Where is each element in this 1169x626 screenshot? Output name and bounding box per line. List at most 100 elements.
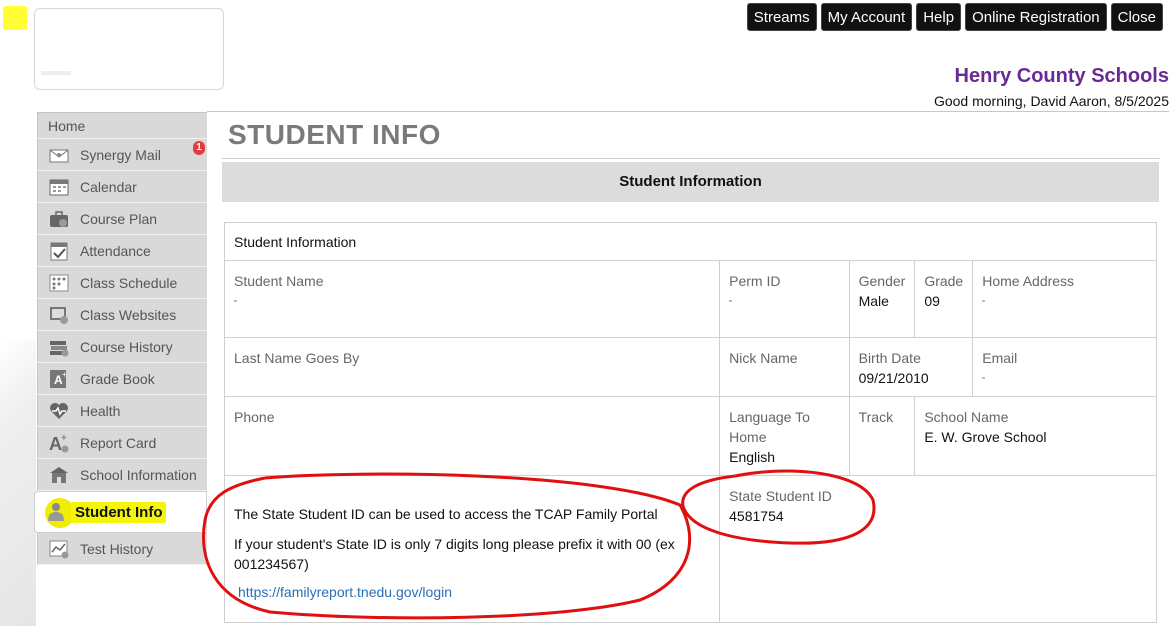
field-label: Birth Date [858, 350, 921, 366]
field-label: Last Name Goes By [234, 350, 360, 366]
student-icon [45, 501, 67, 523]
tcap-portal-link[interactable]: https://familyreport.tnedu.gov/login [238, 584, 452, 600]
gender-cell: Gender Male [848, 260, 916, 338]
calendar-icon [48, 176, 70, 198]
unread-badge: 1 [193, 141, 205, 155]
sidebar-item-class-schedule[interactable]: Class Schedule [37, 267, 207, 299]
sidebar-item-course-history[interactable]: Course History [37, 331, 207, 363]
sidebar-item-health[interactable]: Health [37, 395, 207, 427]
gender-value: Male [858, 293, 889, 309]
phone-value [234, 427, 710, 447]
sidebar-item-label: Course History [80, 338, 173, 355]
online-registration-button[interactable]: Online Registration [965, 3, 1107, 31]
sidebar-item-label: Student Info [71, 501, 167, 523]
close-button[interactable]: Close [1110, 3, 1163, 31]
table-caption: Student Information [224, 222, 1157, 261]
email-cell: Email [972, 337, 1157, 397]
page-title: STUDENT INFO [228, 119, 441, 150]
sidebar-item-label: Attendance [80, 242, 151, 259]
tcap-text: The State Student ID can be used to acce… [234, 506, 658, 522]
sidebar-item-label: Synergy Mail [80, 146, 161, 163]
field-label: Track [858, 409, 894, 425]
sidebar-item-label: Course Plan [80, 210, 158, 227]
sidebar-item-report-card[interactable]: A + Report Card [37, 427, 207, 459]
sidebar-item-grade-book[interactable]: A + Grade Book [37, 363, 207, 395]
grade-cell: Grade 09 [914, 260, 974, 338]
sidebar-item-test-history[interactable]: Test History [37, 533, 207, 565]
nick-name-value [729, 368, 839, 388]
sidebar-item-label: Health [80, 402, 121, 419]
phone-cell: Phone [223, 396, 721, 476]
state-student-id-value: 4581754 [729, 508, 784, 524]
field-label: Perm ID [729, 273, 781, 289]
schedule-icon [48, 272, 70, 294]
student-name-value [234, 291, 710, 311]
perm-id-value [729, 291, 839, 311]
language-cell: Language To Home English [719, 396, 850, 476]
email-value [982, 368, 1147, 388]
svg-text:+: + [62, 370, 67, 379]
sidebar-nav: Home Synergy Mail 1 Calendar Course Plan… [34, 112, 207, 565]
track-cell: Track [848, 396, 916, 476]
field-label: Student Name [234, 273, 324, 289]
section-header: Student Information [222, 162, 1159, 202]
sidebar-item-student-info[interactable]: Student Info [34, 491, 207, 533]
highlight-marker [3, 6, 27, 30]
mail-icon [48, 144, 70, 166]
help-button[interactable]: Help [916, 3, 962, 31]
books-icon [48, 336, 70, 358]
sidebar-item-label: Class Websites [80, 306, 177, 323]
last-name-goes-by-cell: Last Name Goes By [223, 337, 721, 397]
sidebar-item-calendar[interactable]: Calendar [37, 171, 207, 203]
tcap-prefix-text: If your student's State ID is only 7 dig… [234, 536, 675, 572]
sidebar-item-label: Home [48, 117, 86, 134]
field-label: Phone [234, 409, 275, 425]
school-name-cell: School Name E. W. Grove School [914, 396, 1157, 476]
field-label: State Student ID [729, 488, 832, 504]
sidebar-item-label: School Information [80, 466, 197, 483]
field-label: Gender [858, 273, 906, 289]
report-card-icon: A + [48, 432, 70, 454]
sidebar-item-label: Calendar [80, 178, 137, 195]
field-label: Email [982, 350, 1018, 366]
last-name-goes-by-value [234, 368, 710, 388]
grade-value: 09 [924, 293, 940, 309]
sidebar-item-label: Grade Book [80, 370, 155, 387]
home-address-value [982, 291, 1147, 311]
sidebar-item-attendance[interactable]: Attendance [37, 235, 207, 267]
sidebar-item-home[interactable]: Home [37, 112, 207, 139]
birth-date-value: 09/21/2010 [858, 370, 929, 386]
background-decoration [0, 340, 36, 626]
field-label: Language To Home [729, 409, 810, 445]
field-label: Home Address [982, 273, 1075, 289]
sidebar-item-class-websites[interactable]: Class Websites [37, 299, 207, 331]
school-logo [34, 8, 224, 90]
attendance-icon [48, 240, 70, 262]
student-name-cell: Student Name [223, 260, 721, 338]
school-icon [48, 464, 70, 486]
title-divider [222, 158, 1160, 159]
sidebar-item-label: Class Schedule [80, 274, 178, 291]
language-value: English [729, 449, 776, 465]
sidebar-item-synergy-mail[interactable]: Synergy Mail 1 [37, 139, 207, 171]
sidebar-item-school-information[interactable]: School Information [37, 459, 207, 491]
district-name: Henry County Schools [954, 65, 1169, 87]
my-account-button[interactable]: My Account [820, 3, 913, 31]
field-label: Grade [924, 273, 964, 289]
sidebar-item-course-plan[interactable]: Course Plan [37, 203, 207, 235]
greeting-text: Good morning, David Aaron, 8/5/2025 [933, 93, 1169, 109]
state-student-id-cell: State Student ID 4581754 [719, 475, 1157, 623]
streams-button[interactable]: Streams [746, 3, 817, 31]
briefcase-icon [48, 208, 70, 230]
gradebook-icon: A + [48, 368, 70, 390]
svg-text:+: + [61, 433, 67, 444]
home-address-cell: Home Address [972, 260, 1157, 338]
test-history-icon [48, 538, 70, 560]
track-value [859, 427, 906, 447]
sidebar-item-label: Report Card [80, 434, 157, 451]
sidebar-item-label: Test History [80, 540, 154, 557]
top-nav: Streams My Account Help Online Registrat… [746, 3, 1163, 31]
birth-date-cell: Birth Date 09/21/2010 [848, 337, 974, 397]
perm-id-cell: Perm ID [719, 260, 850, 338]
websites-icon [48, 304, 70, 326]
